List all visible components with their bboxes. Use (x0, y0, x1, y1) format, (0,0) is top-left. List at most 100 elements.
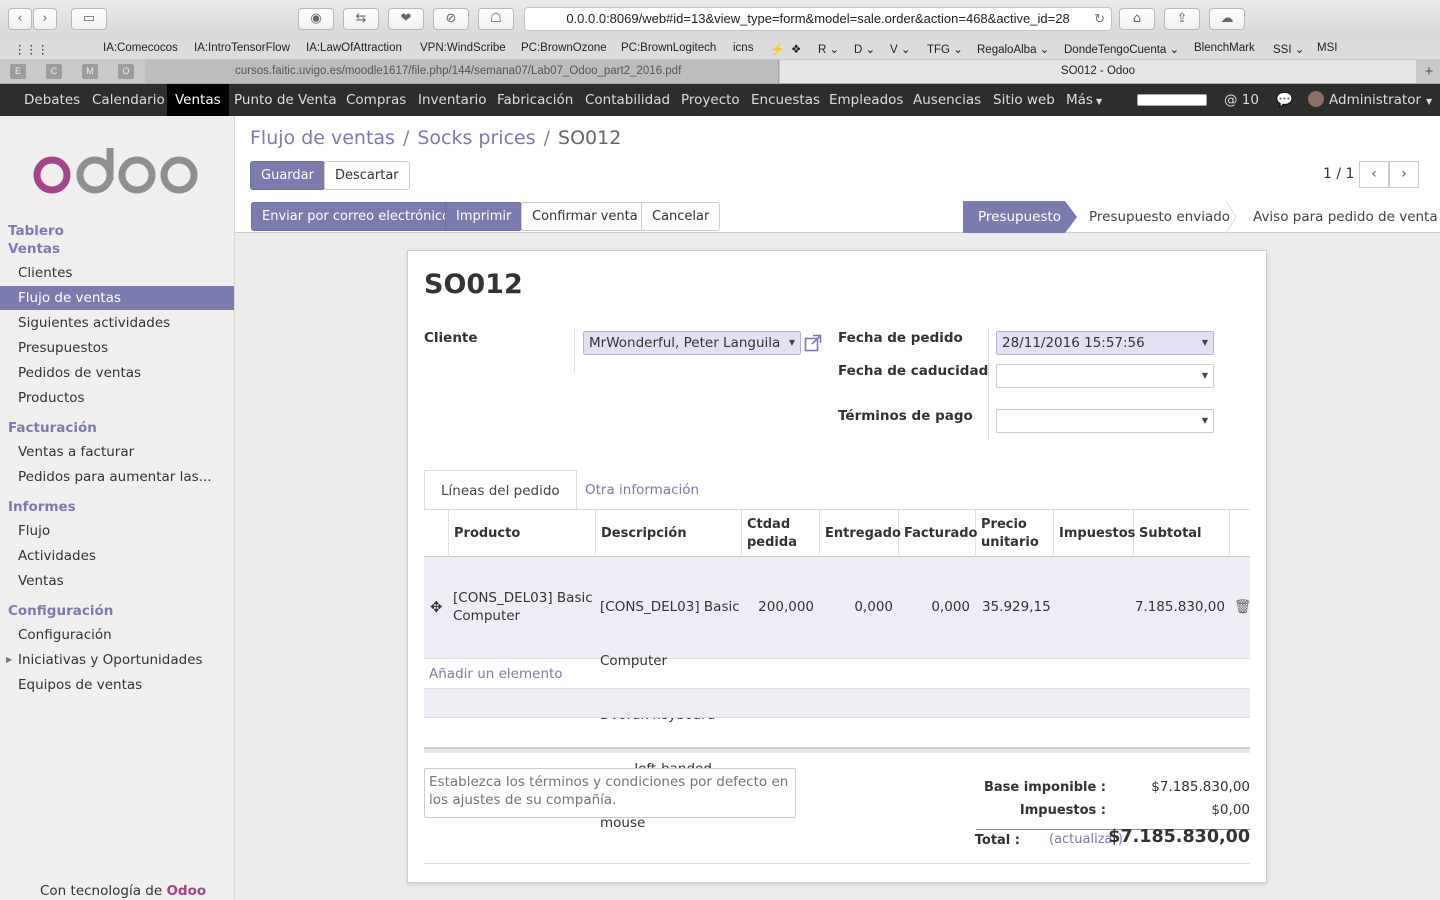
sidebar-item-equipos-de-ventas[interactable]: Equipos de ventas (0, 673, 234, 697)
sidebar-item-pedidos-para-aumentar[interactable]: Pedidos para aumentar las... (0, 465, 234, 489)
powered-brand[interactable]: Odoo (166, 883, 206, 899)
pinned-tab[interactable]: O (118, 64, 134, 79)
pinned-tab[interactable]: C (46, 64, 62, 79)
stage-presupuesto[interactable]: Presupuesto (963, 201, 1077, 233)
column-header[interactable]: Producto (449, 510, 596, 557)
table-row[interactable]: ✥ [CONS_DEL03] Basic Computer [CONS_DEL0… (424, 557, 1251, 831)
column-header[interactable]: Precio unitario (976, 510, 1054, 557)
column-header[interactable]: Subtotal (1134, 510, 1230, 557)
dropdown-caret-icon[interactable]: ▼ (1202, 332, 1208, 354)
pager-next-icon[interactable]: › (1389, 161, 1419, 188)
forward-icon[interactable]: › (33, 8, 57, 30)
bookmark[interactable]: ⚡ (770, 42, 784, 56)
column-header[interactable]: Impuestos (1054, 510, 1135, 557)
sidebar-item-flujo-de-ventas[interactable]: Flujo de ventas (0, 286, 234, 310)
bookmark[interactable]: DondeTengoCuenta ⌄ (1064, 42, 1179, 56)
stage-presupuesto-enviado[interactable]: Presupuesto enviado (1089, 201, 1230, 233)
bookmark[interactable]: R ⌄ (818, 42, 839, 56)
menu-empleados[interactable]: Empleados (829, 84, 903, 116)
trash-icon[interactable]: 🗑 (1234, 598, 1251, 616)
bookmark[interactable]: PC:BrownOzone (521, 42, 607, 54)
sidebar-item-iniciativas[interactable]: ▶ Iniciativas y Oportunidades (0, 648, 234, 672)
discard-button[interactable]: Descartar (324, 161, 410, 190)
breadcrumb-flujo-de-ventas[interactable]: Flujo de ventas (250, 127, 395, 149)
sidebar-toggle-icon[interactable]: ▭ (71, 8, 107, 30)
menu-mas[interactable]: Más ▼ (1066, 84, 1102, 116)
bookmark[interactable]: IA:Comecocos (103, 42, 178, 54)
sidebar-item-ventas-a-facturar[interactable]: Ventas a facturar (0, 440, 234, 464)
tab-order-lines[interactable]: Líneas del pedido (424, 470, 577, 510)
bookmark[interactable]: MSI (1317, 42, 1337, 54)
breadcrumb-socks-prices[interactable]: Socks prices (417, 127, 535, 149)
new-tab-icon[interactable]: + (1418, 60, 1440, 83)
pinned-tab[interactable]: M (82, 64, 98, 79)
cloud-icon[interactable]: ☁ (1209, 8, 1245, 30)
menu-contabilidad[interactable]: Contabilidad (585, 84, 670, 116)
bookmark[interactable]: D ⌄ (854, 42, 875, 56)
block-icon[interactable]: ⊘ (433, 8, 469, 30)
sidebar-item-pedidos-de-ventas[interactable]: Pedidos de ventas (0, 361, 234, 385)
chat-icon[interactable]: 💬 (1276, 84, 1293, 116)
sidebar-item-clientes[interactable]: Clientes (0, 261, 234, 285)
column-header[interactable]: Entregado (820, 510, 901, 557)
bookmark[interactable]: IA:IntroTensorFlow (194, 42, 290, 54)
column-header[interactable]: Descripción (596, 510, 742, 557)
share-arrows-icon[interactable]: ⇆ (343, 8, 379, 30)
tab-pdf[interactable]: cursos.faitic.uvigo.es/moodle1617/file.p… (145, 60, 779, 83)
ghost-icon[interactable]: ☖ (478, 8, 514, 30)
terms-conditions-input[interactable] (424, 768, 796, 818)
order-date-field[interactable]: 28/11/2016 15:57:56 ▼ (996, 331, 1214, 355)
bookmark[interactable]: TFG ⌄ (927, 42, 963, 56)
sidebar-item-presupuestos[interactable]: Presupuestos (0, 336, 234, 360)
menu-encuestas[interactable]: Encuestas (751, 84, 820, 116)
reader-icon[interactable]: ◉ (298, 8, 334, 30)
menu-calendario[interactable]: Calendario (92, 84, 165, 116)
bookmark[interactable]: PC:BrownLogitech (621, 42, 716, 54)
bookmark[interactable]: SSI ⌄ (1273, 42, 1304, 56)
menu-compras[interactable]: Compras (346, 84, 406, 116)
pager-previous-icon[interactable]: ‹ (1359, 161, 1389, 188)
tab-odoo[interactable]: SO012 - Odoo (780, 60, 1416, 83)
section-tablero[interactable]: Tablero (8, 223, 64, 239)
customer-field[interactable]: MrWonderful, Peter Languila ▼ (583, 331, 801, 355)
sidebar-item-siguientes-actividades[interactable]: Siguientes actividades (0, 311, 234, 335)
menu-inventario[interactable]: Inventario (418, 84, 487, 116)
reload-icon[interactable]: ↻ (1094, 8, 1105, 30)
sidebar-item-configuracion[interactable]: Configuración (0, 623, 234, 647)
bookmark[interactable]: V ⌄ (890, 42, 911, 56)
bookmark[interactable]: VPN:WindScribe (420, 42, 506, 54)
menu-fabricacion[interactable]: Fabricación (497, 84, 573, 116)
pinned-tab[interactable]: E (10, 64, 26, 79)
menu-sitio-web[interactable]: Sitio web (993, 84, 1055, 116)
payment-terms-field[interactable]: ▼ (996, 409, 1214, 433)
odoo-logo[interactable] (32, 146, 202, 196)
bookmark[interactable]: BlenchMark (1194, 42, 1255, 54)
drag-handle-icon[interactable]: ✥ (430, 598, 443, 616)
tab-other-info[interactable]: Otra información (569, 470, 715, 510)
sidebar-item-flujo[interactable]: Flujo (0, 519, 234, 543)
grid-icon[interactable]: ⋮⋮⋮ (14, 42, 49, 56)
menu-debates[interactable]: Debates (24, 84, 80, 116)
stage-aviso-pedido[interactable]: Aviso para pedido de venta (1253, 201, 1438, 233)
dropdown-caret-icon[interactable]: ▼ (1202, 410, 1208, 432)
address-bar[interactable]: 0.0.0.0:8069/web#id=13&view_type=form&mo… (524, 7, 1112, 31)
confirm-sale-button[interactable]: Confirmar venta (521, 202, 649, 231)
dropdown-caret-icon[interactable]: ▼ (789, 332, 795, 354)
pocket-icon[interactable]: ❤ (388, 8, 424, 30)
home-icon[interactable]: ⌂ (1119, 8, 1155, 30)
add-item-link[interactable]: Añadir un elemento (429, 666, 563, 682)
print-button[interactable]: Imprimir (445, 202, 523, 231)
cancel-button[interactable]: Cancelar (641, 202, 721, 231)
expiry-date-field[interactable]: ▼ (996, 364, 1214, 388)
share-icon[interactable]: ⇪ (1164, 8, 1200, 30)
column-header[interactable]: Facturado (899, 510, 978, 557)
menu-ventas[interactable]: Ventas (167, 84, 229, 116)
sidebar-item-ventas[interactable]: Ventas (0, 569, 234, 593)
bookmark[interactable]: ❖ (791, 42, 801, 56)
bookmark[interactable]: icns (733, 42, 753, 54)
back-icon[interactable]: ‹ (8, 8, 32, 30)
bookmark[interactable]: IA:LawOfAttraction (306, 42, 402, 54)
sidebar-item-actividades[interactable]: Actividades (0, 544, 234, 568)
save-button[interactable]: Guardar (250, 161, 325, 190)
column-header[interactable]: Ctdad pedida (742, 510, 820, 557)
